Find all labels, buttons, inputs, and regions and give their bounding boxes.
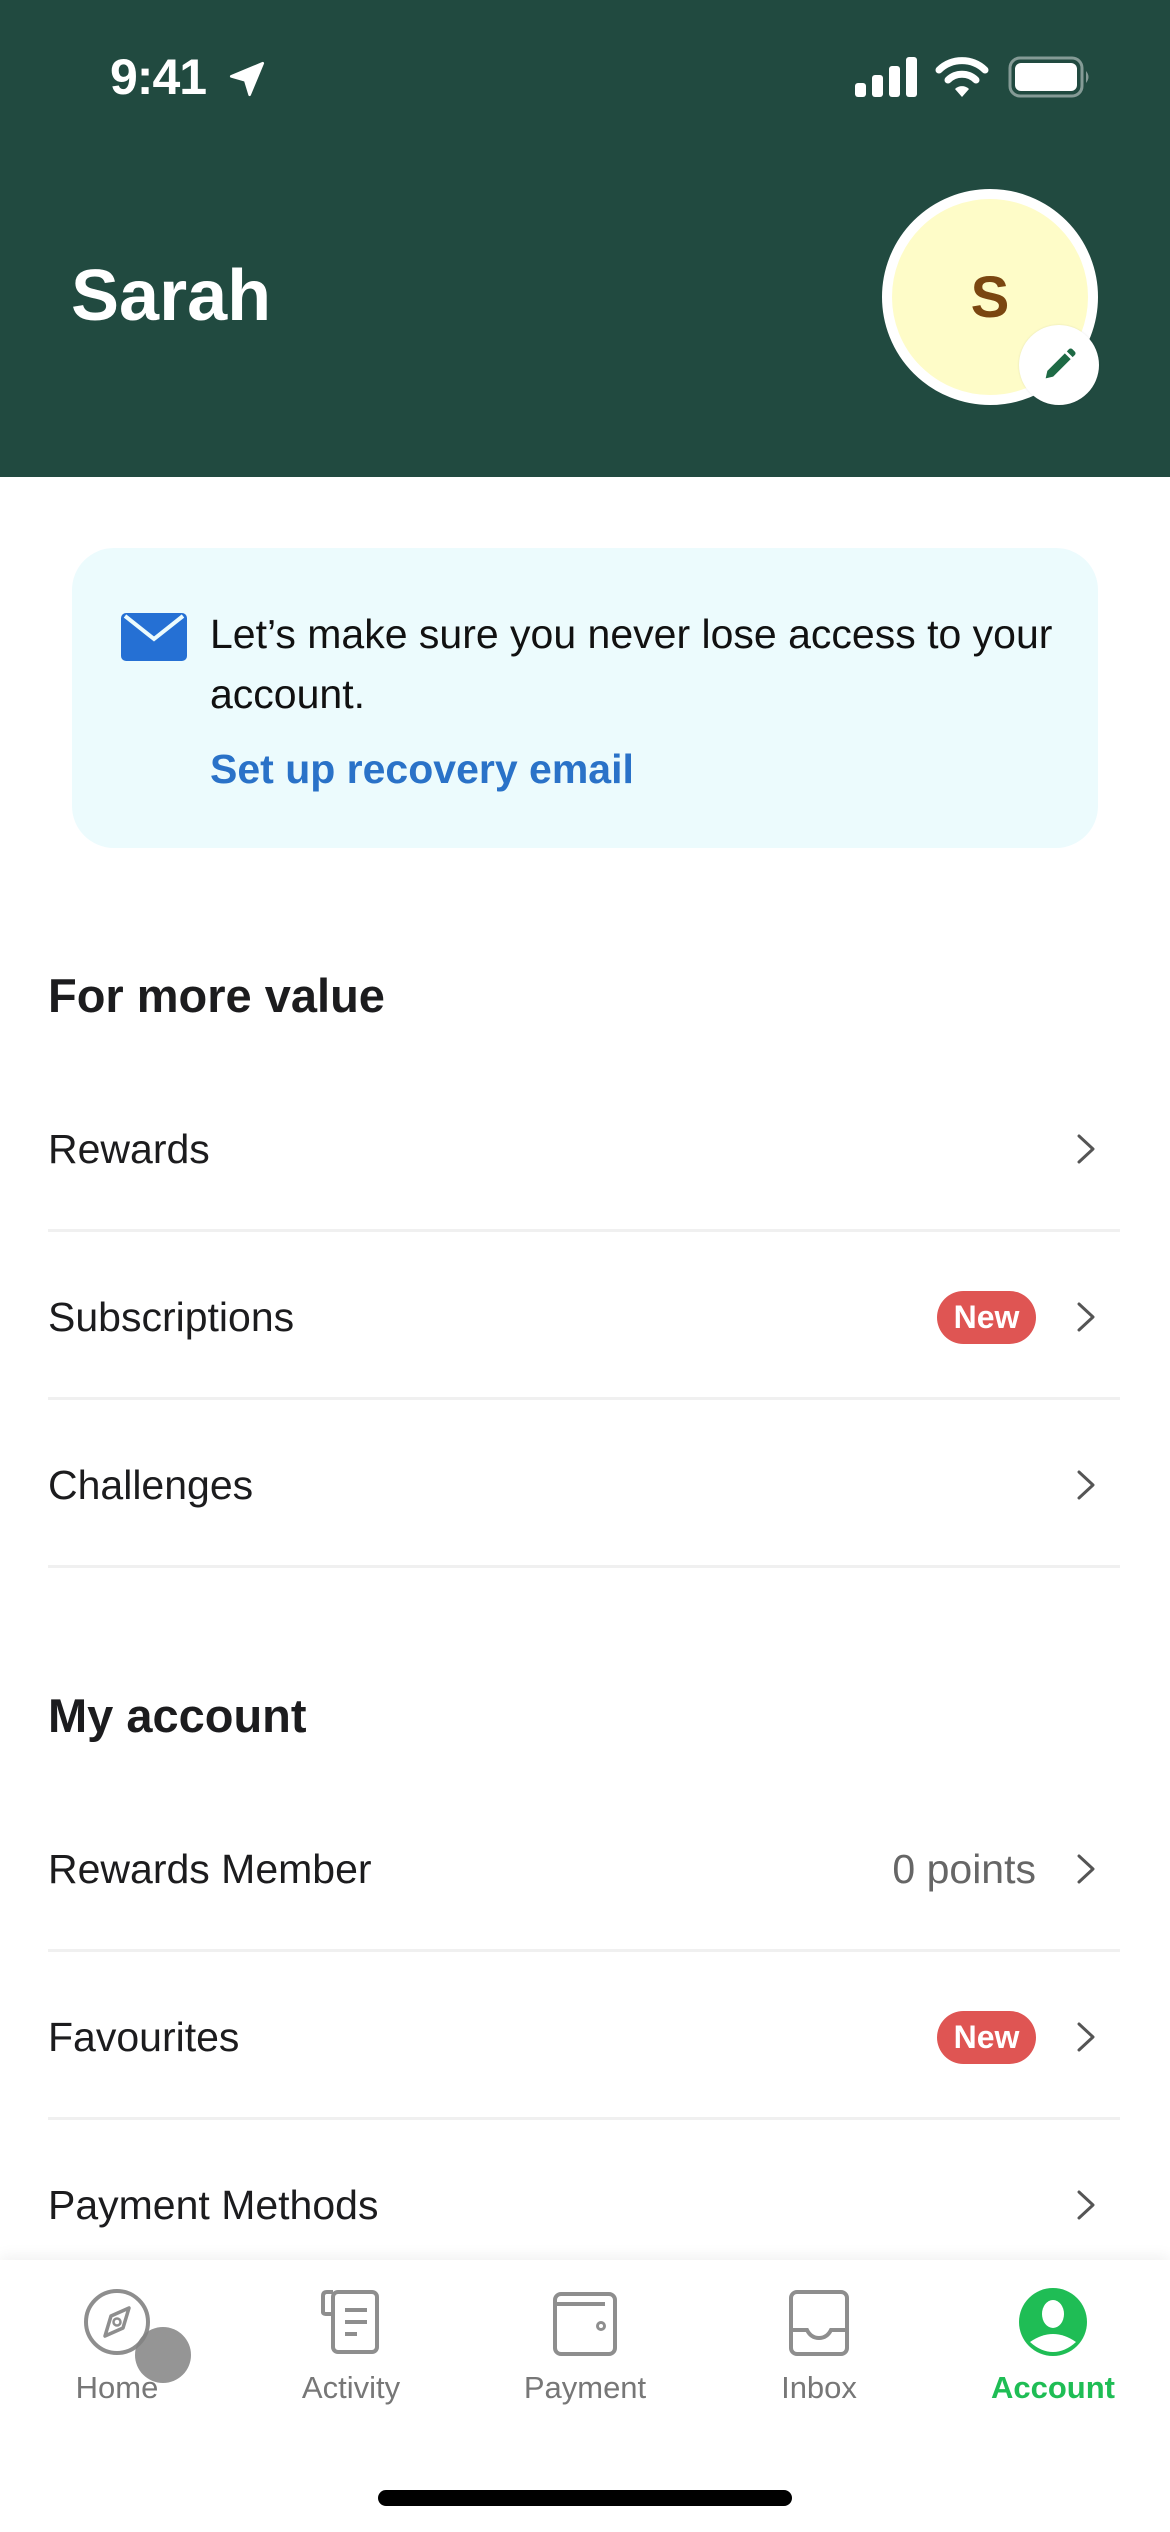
setup-recovery-email-link[interactable]: Set up recovery email bbox=[210, 746, 634, 793]
chevron-right-icon bbox=[1077, 1854, 1095, 1884]
touch-indicator bbox=[135, 2327, 191, 2383]
wifi-icon bbox=[935, 57, 989, 97]
menu-item-label: Subscriptions bbox=[48, 1293, 295, 1340]
divider bbox=[48, 1565, 1120, 1568]
tab-label: Account bbox=[991, 2370, 1115, 2405]
section-title-my-account: My account bbox=[48, 1689, 307, 1742]
menu-item-label: Payment Methods bbox=[48, 2181, 379, 2228]
section-title-for-more-value: For more value bbox=[48, 969, 385, 1022]
tab-label: Activity bbox=[301, 2370, 401, 2405]
home-indicator[interactable] bbox=[378, 2490, 792, 2506]
mail-icon bbox=[121, 613, 187, 661]
tab-label: Inbox bbox=[781, 2370, 857, 2405]
divider bbox=[48, 2117, 1120, 2120]
recovery-email-card: Let’s make sure you never lose access to… bbox=[72, 548, 1098, 848]
wallet-icon bbox=[553, 2292, 617, 2356]
tab-payment[interactable]: Payment bbox=[468, 2260, 702, 2440]
chevron-right-icon bbox=[1077, 2022, 1095, 2052]
status-time: 9:41 bbox=[110, 49, 207, 105]
pencil-icon bbox=[1045, 348, 1076, 379]
menu-item-challenges[interactable]: Challenges bbox=[48, 1401, 1120, 1569]
location-arrow-icon bbox=[229, 61, 265, 97]
tab-account[interactable]: Account bbox=[936, 2260, 1170, 2440]
menu-item-rewards-member[interactable]: Rewards Member 0 points bbox=[48, 1785, 1120, 1953]
tab-activity[interactable]: Activity bbox=[234, 2260, 468, 2440]
divider bbox=[48, 1397, 1120, 1400]
divider bbox=[48, 1229, 1120, 1232]
profile-header: 9:41 Sarah S bbox=[0, 0, 1170, 477]
recovery-message: Let’s make sure you never lose access to… bbox=[210, 611, 1053, 717]
tab-home[interactable]: Home bbox=[0, 2260, 234, 2440]
battery-icon bbox=[1008, 56, 1089, 98]
receipt-icon bbox=[321, 2290, 379, 2354]
divider bbox=[48, 1949, 1120, 1952]
chevron-right-icon bbox=[1077, 1470, 1095, 1500]
menu-item-label: Challenges bbox=[48, 1461, 254, 1508]
menu-item-label: Rewards Member bbox=[48, 1845, 372, 1892]
signal-icon bbox=[855, 57, 917, 97]
chevron-right-icon bbox=[1077, 1134, 1095, 1164]
chevron-right-icon bbox=[1077, 2190, 1095, 2220]
new-badge: New bbox=[937, 2010, 1036, 2064]
new-badge: New bbox=[937, 1290, 1036, 1344]
menu-item-rewards[interactable]: Rewards bbox=[48, 1065, 1120, 1233]
tab-inbox[interactable]: Inbox bbox=[702, 2260, 936, 2440]
avatar-initial: S bbox=[970, 264, 1010, 330]
chevron-right-icon bbox=[1077, 1302, 1095, 1332]
account-icon bbox=[1019, 2288, 1087, 2356]
menu-item-subscriptions[interactable]: Subscriptions New bbox=[48, 1233, 1120, 1401]
menu-item-label: Rewards bbox=[48, 1125, 210, 1172]
points-value: 0 points bbox=[892, 1845, 1036, 1892]
tab-label: Payment bbox=[523, 2370, 647, 2405]
menu-item-favourites[interactable]: Favourites New bbox=[48, 1953, 1120, 2121]
edit-avatar-button[interactable] bbox=[1019, 325, 1099, 405]
inbox-icon bbox=[789, 2290, 849, 2356]
menu-item-label: Favourites bbox=[48, 2013, 240, 2060]
user-name: Sarah bbox=[71, 256, 272, 336]
